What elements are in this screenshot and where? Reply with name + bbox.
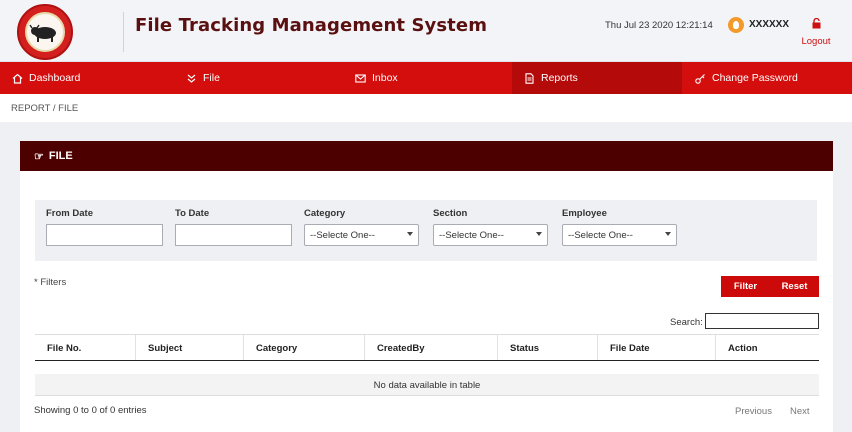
nav-reports-label: Reports xyxy=(541,72,578,84)
caret-down-icon xyxy=(407,232,413,236)
filters-note: * Filters xyxy=(34,277,67,288)
col-subject[interactable]: Subject xyxy=(136,335,244,360)
col-file-no[interactable]: File No. xyxy=(35,335,136,360)
search-label: Search: xyxy=(670,317,703,328)
category-select[interactable]: --Selecte One-- xyxy=(304,224,419,246)
section-select-value: --Selecte One-- xyxy=(439,230,504,241)
employee-select[interactable]: --Selecte One-- xyxy=(562,224,677,246)
chevrons-down-icon xyxy=(186,73,197,84)
panel-body: From Date To Date Category --Selecte One… xyxy=(20,171,833,432)
document-icon xyxy=(524,72,535,84)
logout-label: Logout xyxy=(801,36,831,47)
table-empty-message: No data available in table xyxy=(35,374,819,396)
breadcrumb: REPORT / FILE xyxy=(0,94,852,122)
filter-button[interactable]: Filter xyxy=(721,276,770,297)
home-icon xyxy=(12,73,23,84)
to-date-input[interactable] xyxy=(175,224,292,246)
nav-file[interactable]: File xyxy=(172,62,342,94)
section-label: Section xyxy=(433,208,468,219)
from-date-group: From Date xyxy=(46,208,163,246)
table-spacer xyxy=(35,361,819,374)
key-icon xyxy=(695,73,706,84)
logo xyxy=(17,4,73,60)
app-title: File Tracking Management System xyxy=(135,15,488,36)
lock-icon xyxy=(796,17,836,36)
hand-pointing-icon: ☞ xyxy=(34,150,44,163)
col-action[interactable]: Action xyxy=(716,335,819,360)
search-input[interactable] xyxy=(705,313,819,329)
caret-down-icon xyxy=(665,232,671,236)
table-header: File No. Subject Category CreatedBy Stat… xyxy=(35,334,819,361)
files-table: File No. Subject Category CreatedBy Stat… xyxy=(35,334,819,396)
nav-inbox[interactable]: Inbox xyxy=(342,62,512,94)
panel-title: FILE xyxy=(48,150,73,162)
logout-button[interactable]: Logout xyxy=(796,17,836,47)
next-button[interactable]: Next xyxy=(790,406,810,417)
nav-change-password[interactable]: Change Password xyxy=(682,62,852,94)
col-created-by[interactable]: CreatedBy xyxy=(365,335,498,360)
section-group: Section --Selecte One-- xyxy=(433,208,548,246)
previous-button[interactable]: Previous xyxy=(735,406,772,417)
caret-down-icon xyxy=(536,232,542,236)
from-date-input[interactable] xyxy=(46,224,163,246)
nav-dashboard-label: Dashboard xyxy=(29,72,81,84)
reset-button[interactable]: Reset xyxy=(770,276,819,297)
employee-select-value: --Selecte One-- xyxy=(568,230,633,241)
from-date-label: From Date xyxy=(46,208,93,219)
app-header: File Tracking Management System Thu Jul … xyxy=(0,0,852,62)
nav-reports[interactable]: Reports xyxy=(512,62,682,94)
section-select[interactable]: --Selecte One-- xyxy=(433,224,548,246)
to-date-label: To Date xyxy=(175,208,210,219)
user-name[interactable]: XXXXXX xyxy=(749,19,789,30)
current-datetime: Thu Jul 23 2020 12:21:14 xyxy=(605,20,713,31)
col-status[interactable]: Status xyxy=(498,335,598,360)
user-avatar-icon[interactable] xyxy=(728,17,744,33)
category-label: Category xyxy=(304,208,346,219)
col-category[interactable]: Category xyxy=(244,335,365,360)
nav-dashboard[interactable]: Dashboard xyxy=(0,62,172,94)
header-divider xyxy=(123,12,124,52)
filter-bar: From Date To Date Category --Selecte One… xyxy=(35,200,817,261)
table-info: Showing 0 to 0 of 0 entries xyxy=(34,405,147,416)
nav-file-label: File xyxy=(203,72,220,84)
bison-emblem-icon xyxy=(29,24,56,42)
panel-header: ☞ FILE xyxy=(20,141,833,171)
main-nav: Dashboard File Inbox Reports Change Pass… xyxy=(0,62,852,94)
nav-inbox-label: Inbox xyxy=(372,72,398,84)
employee-label: Employee xyxy=(562,208,607,219)
col-file-date[interactable]: File Date xyxy=(598,335,716,360)
envelope-icon xyxy=(355,73,366,84)
employee-group: Employee --Selecte One-- xyxy=(562,208,677,246)
category-group: Category --Selecte One-- xyxy=(304,208,419,246)
category-select-value: --Selecte One-- xyxy=(310,230,375,241)
to-date-group: To Date xyxy=(175,208,292,246)
nav-change-password-label: Change Password xyxy=(712,72,798,84)
filter-button-group: Filter Reset xyxy=(721,276,819,297)
